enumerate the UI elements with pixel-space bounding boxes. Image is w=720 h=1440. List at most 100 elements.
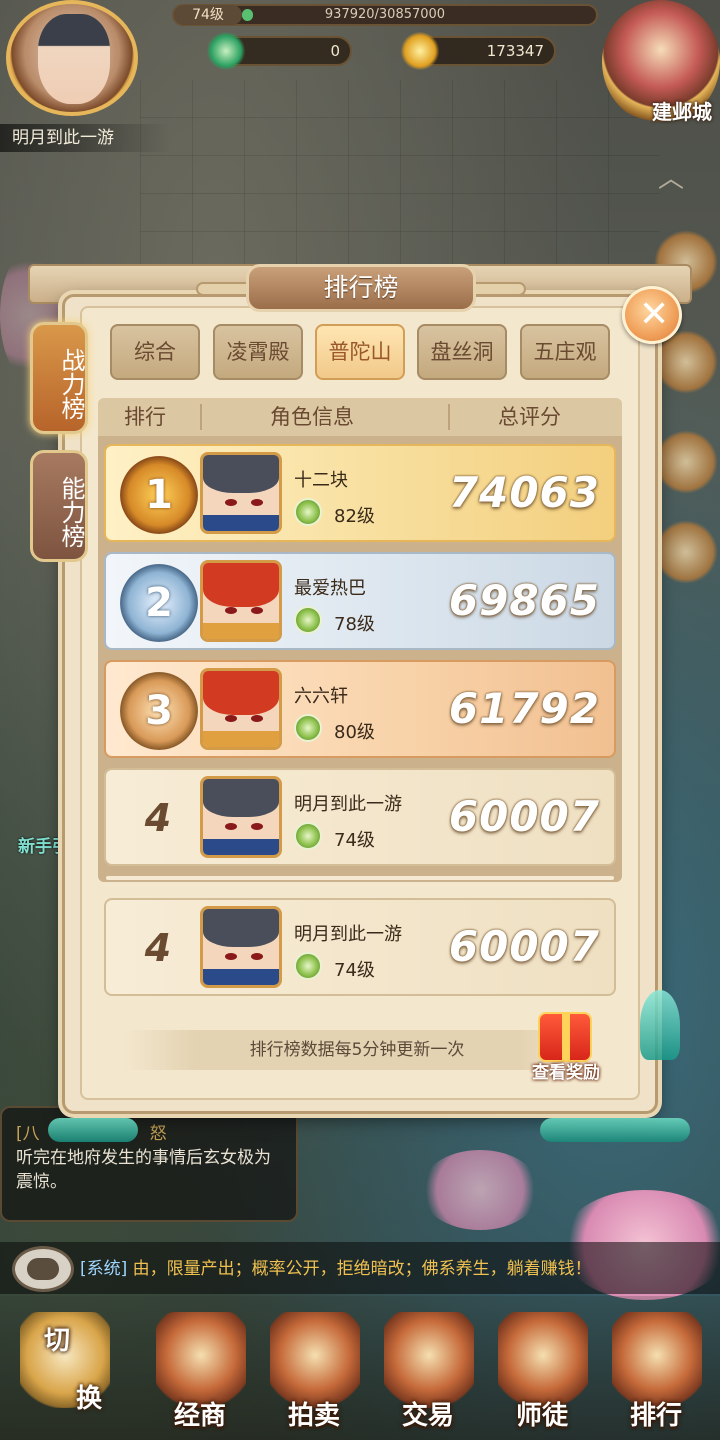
my-rank-row[interactable]: 4 明月到此一游 74级 60007: [104, 898, 616, 996]
silver-medal-icon: 2: [120, 564, 198, 642]
mentor-icon: [498, 1312, 588, 1408]
switch-button[interactable]: 切 换: [8, 1306, 120, 1438]
player-name: 最爱热巴: [294, 578, 366, 599]
table-header: 排行 角色信息 总评分: [98, 398, 622, 436]
player-avatar[interactable]: [6, 0, 138, 116]
nav-label: 师徒: [515, 1401, 568, 1431]
gift-box-icon: [538, 1012, 592, 1062]
total-score: 60007: [448, 792, 600, 841]
nav-trade-business[interactable]: 经商: [144, 1306, 256, 1438]
chat-channel-tag: [系统]: [80, 1259, 128, 1279]
nav-label: 拍卖: [287, 1401, 340, 1431]
switch-label-bottom: 换: [76, 1384, 103, 1414]
nav-ranking[interactable]: 排行: [600, 1306, 712, 1438]
nav-mentor[interactable]: 师徒: [486, 1306, 598, 1438]
player-level: 80级: [334, 722, 375, 743]
jade-currency[interactable]: 0: [206, 32, 352, 70]
auction-icon: [270, 1312, 360, 1408]
level-icon: [294, 714, 322, 742]
rank-number: 4: [144, 796, 172, 840]
collapse-arrow-icon[interactable]: ︿: [658, 158, 694, 194]
player-name: 明月到此一游: [294, 794, 402, 815]
jade-decor: [48, 1118, 138, 1142]
chat-bubble-icon[interactable]: [12, 1246, 74, 1292]
table-row[interactable]: 2 最爱热巴 78级 69865: [104, 552, 616, 650]
total-score: 60007: [448, 922, 600, 971]
jade-decor: [540, 1118, 690, 1142]
nav-label: 交易: [401, 1401, 454, 1431]
tab-wuzhuangguan[interactable]: 五庄观: [520, 324, 610, 380]
player-portrait[interactable]: [200, 668, 282, 750]
switch-label-top: 切: [44, 1326, 71, 1356]
player-name: 六六轩: [294, 686, 348, 707]
chat-bar[interactable]: [系统] 由，限量产出；概率公开，拒绝暗改；佛系养生，躺着赚钱！: [0, 1242, 720, 1294]
quest-tracker[interactable]: [八 怒 听完在地府发生的事情后玄女极为震惊。: [0, 1106, 298, 1222]
column-total-score: 总评分: [498, 405, 561, 429]
player-level: 82级: [334, 506, 375, 527]
level-icon: [294, 606, 322, 634]
side-tab-ability[interactable]: 能力榜: [30, 450, 88, 562]
table-row[interactable]: 1 十二块 82级 74063: [104, 444, 616, 542]
gold-amount: 173347: [486, 42, 544, 60]
player-name: 明月到此一游: [294, 924, 402, 945]
jade-flower-decor: [640, 990, 680, 1060]
update-notice: 排行榜数据每5分钟更新一次: [124, 1030, 590, 1070]
ranking-title: 排行榜: [246, 264, 476, 312]
table-row[interactable]: 4 明月到此一游 74级 60007: [104, 768, 616, 866]
ranking-icon: [612, 1312, 702, 1408]
level-icon: [294, 498, 322, 526]
tab-pansidong[interactable]: 盘丝洞: [417, 324, 507, 380]
total-score: 74063: [448, 468, 600, 517]
nav-label: 经商: [173, 1401, 226, 1431]
column-role-info: 角色信息: [270, 405, 354, 429]
level-icon: [294, 822, 322, 850]
nav-label: 排行: [629, 1401, 682, 1431]
view-rewards-button[interactable]: 查看奖励: [524, 1008, 608, 1086]
chat-message-text: 由，限量产出；概率公开，拒绝暗改；佛系养生，躺着赚钱！: [132, 1259, 592, 1279]
player-name: 明月到此一游: [0, 124, 170, 152]
view-rewards-label: 查看奖励: [532, 1063, 600, 1083]
jade-amount: 0: [330, 42, 340, 60]
player-portrait[interactable]: [200, 452, 282, 534]
jade-icon: [206, 32, 246, 70]
player-level: 74级: [334, 830, 375, 851]
chat-message: [系统] 由，限量产出；概率公开，拒绝暗改；佛系养生，躺着赚钱！: [80, 1254, 592, 1279]
level-badge: 74级: [174, 5, 242, 25]
exchange-icon: [384, 1312, 474, 1408]
player-level: 78级: [334, 614, 375, 635]
player-name: 十二块: [294, 470, 348, 491]
column-rank: 排行: [124, 405, 166, 429]
player-portrait[interactable]: [200, 776, 282, 858]
close-icon: ✕: [639, 294, 670, 335]
gold-ingot-icon: [400, 32, 440, 70]
side-friends-button[interactable]: [654, 430, 718, 494]
column-divider: [200, 404, 202, 430]
quest-title-tail: 怒: [149, 1124, 167, 1144]
player-portrait[interactable]: [200, 560, 282, 642]
level-icon: [294, 952, 322, 980]
tab-lingxiaodian[interactable]: 凌霄殿: [213, 324, 303, 380]
gold-currency[interactable]: 173347: [400, 32, 556, 70]
tab-putuoshan[interactable]: 普陀山: [315, 324, 405, 380]
list-divider: [106, 876, 614, 880]
quest-title: [八: [16, 1124, 40, 1144]
gold-medal-icon: 1: [120, 456, 198, 534]
side-settings-button[interactable]: [654, 520, 718, 584]
player-portrait[interactable]: [200, 906, 282, 988]
nav-auction[interactable]: 拍卖: [258, 1306, 370, 1438]
bottom-nav: 切 换 经商 拍卖 交易 师徒 排行: [0, 1296, 720, 1440]
table-row[interactable]: 3 六六轩 80级 61792: [104, 660, 616, 758]
cherry-blossom-decor: [420, 1150, 540, 1230]
quest-description: 听完在地府发生的事情后玄女极为震惊。: [16, 1148, 271, 1192]
nav-exchange[interactable]: 交易: [372, 1306, 484, 1438]
avatar-portrait: [38, 14, 110, 104]
column-divider: [448, 404, 450, 430]
close-button[interactable]: ✕: [622, 286, 682, 344]
business-icon: [156, 1312, 246, 1408]
side-tab-combat-power[interactable]: 战力榜: [30, 322, 88, 434]
total-score: 61792: [448, 684, 600, 733]
tab-overall[interactable]: 综合: [110, 324, 200, 380]
bronze-medal-icon: 3: [120, 672, 198, 750]
player-level: 74级: [334, 960, 375, 981]
total-score: 69865: [448, 576, 600, 625]
